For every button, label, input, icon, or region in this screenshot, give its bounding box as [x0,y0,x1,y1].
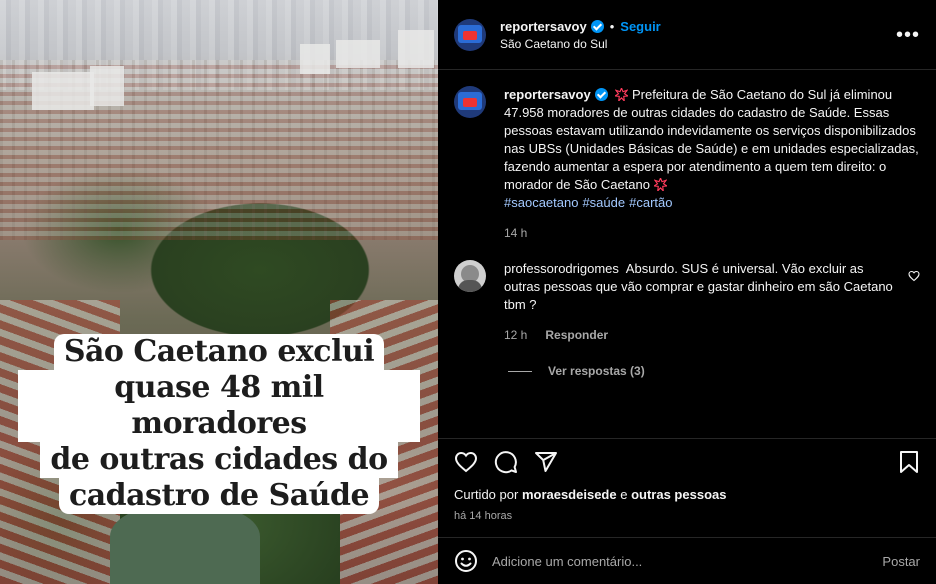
comment-body: professorodrigomes Absurdo. SUS é univer… [504,260,920,344]
caption-age[interactable]: 14 h [504,224,527,242]
alert-emoji-icon [653,178,667,191]
alert-emoji-icon [615,88,629,101]
commenter-username[interactable]: professorodrigomes [504,261,619,276]
likes-others[interactable]: outras pessoas [631,487,726,502]
location-link[interactable]: São Caetano do Sul [500,37,661,51]
hashtag-link[interactable]: #saocaetano [504,195,578,210]
verified-icon [594,88,608,101]
comment-meta: 12 h Responder [504,326,896,344]
header-row: reportersavoy • Seguir [500,19,661,34]
pond [110,505,260,584]
caption-line: de outras cidades do [40,442,398,478]
caption-line: cadastro de Saúde [58,478,380,514]
caption-line: quase 48 mil moradores [18,370,420,442]
comment-age[interactable]: 12 h [504,326,527,344]
follow-button[interactable]: Seguir [620,19,660,34]
emoji-icon[interactable] [454,549,478,573]
view-replies-label: Ver respostas (3) [548,364,645,378]
comment-composer: Postar [438,537,936,584]
comment-icon[interactable] [494,450,518,474]
heart-icon[interactable] [454,450,478,474]
hashtags: #saocaetano #saúde #cartão [504,194,920,212]
caption-line: São Caetano exclui [53,334,385,370]
header-text: reportersavoy • Seguir São Caetano do Su… [500,19,661,51]
replies-line [508,370,532,372]
action-bar: Curtido por moraesdeisede e outras pesso… [438,438,936,538]
caption-text: Prefeitura de São Caetano do Sul já elim… [504,87,919,192]
more-icon[interactable]: ••• [896,25,920,45]
reply-button[interactable]: Responder [545,326,608,344]
building [300,44,330,74]
comment-item: professorodrigomes Absurdo. SUS é univer… [454,260,920,344]
commenter-avatar[interactable] [454,260,486,292]
bookmark-icon[interactable] [898,450,920,474]
post-caption: reportersavoy Prefeitura de São Caetano … [454,86,920,242]
post-header: reportersavoy • Seguir São Caetano do Su… [438,0,936,70]
action-icons [454,445,920,479]
separator-dot: • [609,18,615,34]
caption-meta: 14 h [504,224,920,242]
likes-joiner: e [620,487,628,502]
likes-summary: Curtido por moraesdeisede e outras pesso… [454,487,920,502]
comments-section: reportersavoy Prefeitura de São Caetano … [438,70,936,438]
hashtag-link[interactable]: #saúde [582,195,625,210]
building [90,66,124,106]
post-time[interactable]: há 14 horas [454,510,920,522]
comment-input[interactable] [492,553,883,569]
building [398,30,434,68]
author-avatar[interactable] [454,18,486,51]
post-comment-button[interactable]: Postar [882,554,920,569]
caption-username[interactable]: reportersavoy [504,87,591,102]
post-panel: reportersavoy • Seguir São Caetano do Su… [438,0,936,584]
author-username[interactable]: reportersavoy [500,19,587,34]
hashtag-link[interactable]: #cartão [629,195,672,210]
verified-icon [590,19,604,33]
comment-heart-icon[interactable] [908,270,920,282]
author-avatar[interactable] [454,86,486,118]
building [32,72,94,110]
post-image[interactable]: São Caetano exclui quase 48 mil moradore… [0,0,438,584]
share-icon[interactable] [534,450,558,474]
likes-prefix: Curtido por [454,487,519,502]
liked-by-user[interactable]: moraesdeisede [522,487,617,502]
image-caption: São Caetano exclui quase 48 mil moradore… [18,334,420,514]
caption-body: reportersavoy Prefeitura de São Caetano … [504,86,920,242]
building [336,40,380,68]
view-replies-button[interactable]: Ver respostas (3) [508,364,920,378]
